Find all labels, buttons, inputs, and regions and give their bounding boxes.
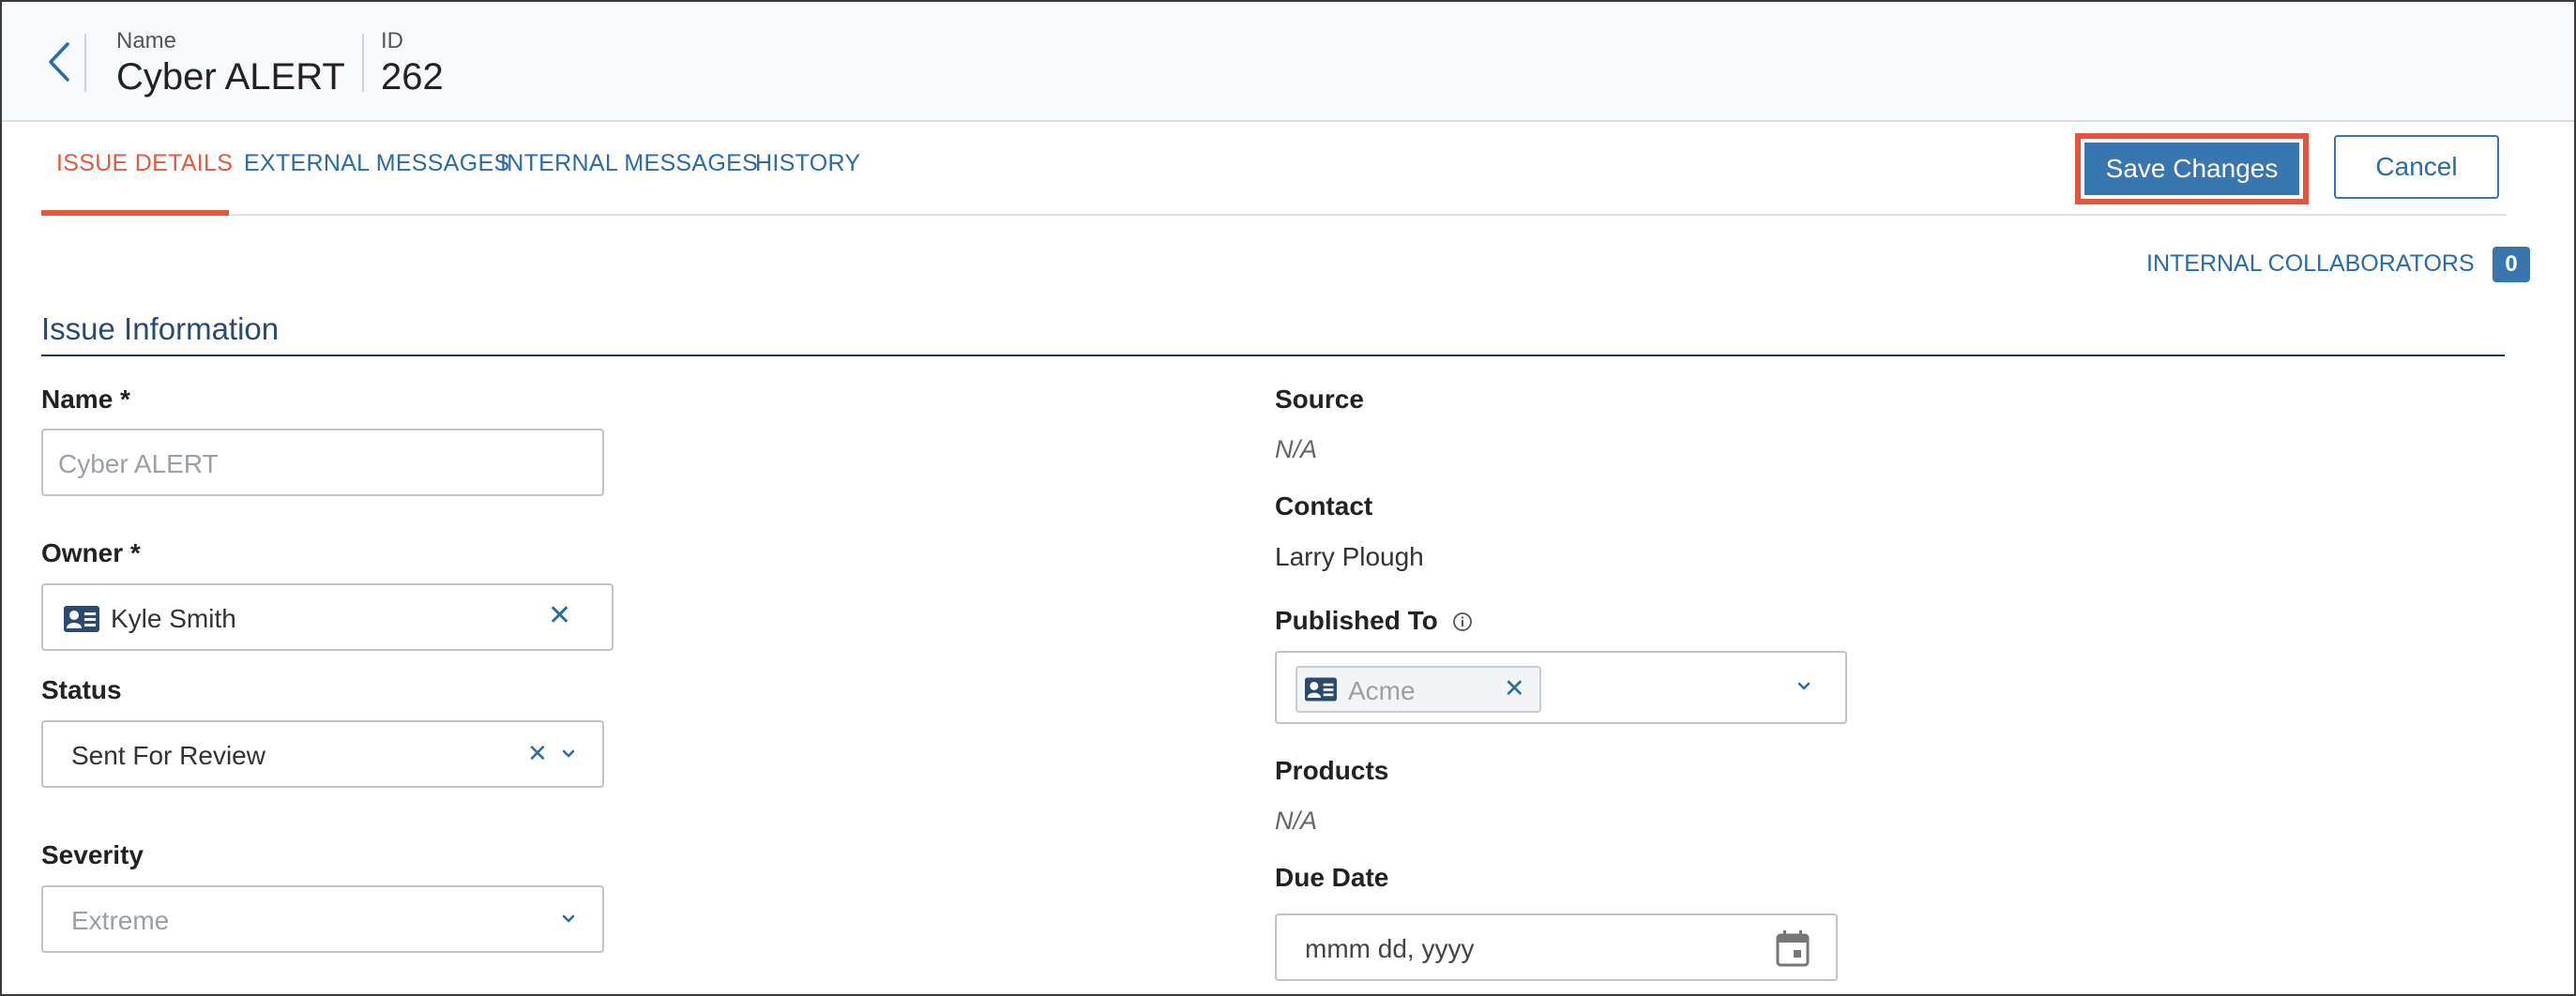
info-icon[interactable] [1452,611,1473,632]
back-button[interactable] [34,36,84,88]
internal-collaborators-link[interactable]: INTERNAL COLLABORATORS [2146,250,2475,278]
tab-issue-details[interactable]: ISSUE DETAILS [56,150,233,214]
contact-value: Larry Plough [1275,542,1424,571]
tab-external-messages[interactable]: EXTERNAL MESSAGES [244,150,509,214]
due-date-placeholder: mmm dd, yyyy [1305,934,1475,963]
collaborators-count-badge: 0 [2493,247,2530,282]
owner-field-label: Owner * [41,538,141,567]
chevron-left-icon [49,42,69,82]
section-title: Issue Information [41,311,280,346]
source-field-label: Source [1275,385,1364,414]
status-value: Sent For Review [71,741,265,770]
issue-id: 262 [381,56,444,98]
source-value: N/A [1275,435,1318,463]
active-tab-indicator [41,210,229,216]
clear-owner-icon[interactable]: ✕ [548,602,571,630]
section-divider [41,355,2505,356]
due-date-field-label: Due Date [1275,863,1389,892]
severity-field-label: Severity [41,840,144,869]
chevron-down-icon[interactable] [561,748,576,760]
issue-name: Cyber ALERT [116,56,345,98]
owner-select[interactable]: Kyle Smith ✕ [41,583,614,651]
name-field-label: Name * [41,385,130,414]
published-to-select[interactable]: Acme ✕ [1275,651,1847,724]
app-frame: Name Cyber ALERT ID 262 ISSUE DETAILS EX… [0,0,2576,996]
header-divider [84,34,86,92]
products-value: N/A [1275,807,1318,835]
contact-card-icon [64,606,99,632]
severity-select[interactable]: Extreme [41,885,604,953]
name-input-placeholder: Cyber ALERT [58,449,219,478]
severity-value: Extreme [71,906,170,935]
cancel-button[interactable]: Cancel [2334,135,2499,199]
contact-card-icon [1305,677,1337,702]
status-select[interactable]: Sent For Review ✕ [41,720,604,788]
chevron-down-icon[interactable] [561,913,576,925]
header-divider [362,34,364,92]
chip-label: Acme [1348,676,1416,705]
clear-status-icon[interactable]: ✕ [527,741,548,765]
id-label: ID [381,28,403,53]
due-date-input[interactable]: mmm dd, yyyy [1275,913,1838,981]
calendar-icon[interactable] [1774,928,1811,968]
tab-history[interactable]: HISTORY [755,150,860,214]
published-to-chip: Acme ✕ [1296,666,1541,713]
chevron-down-icon[interactable] [1796,681,1811,692]
status-field-label: Status [41,675,122,704]
name-input[interactable]: Cyber ALERT [41,429,604,496]
save-changes-button[interactable]: Save Changes [2084,143,2299,195]
page-header: Name Cyber ALERT ID 262 [2,2,2574,122]
name-label: Name [116,28,177,53]
contact-field-label: Contact [1275,491,1373,521]
owner-value: Kyle Smith [111,604,236,633]
remove-chip-icon[interactable]: ✕ [1504,676,1525,702]
products-field-label: Products [1275,756,1389,785]
tab-internal-messages[interactable]: INTERNAL MESSAGES [500,150,758,214]
published-to-field-label: Published To [1275,606,1438,635]
